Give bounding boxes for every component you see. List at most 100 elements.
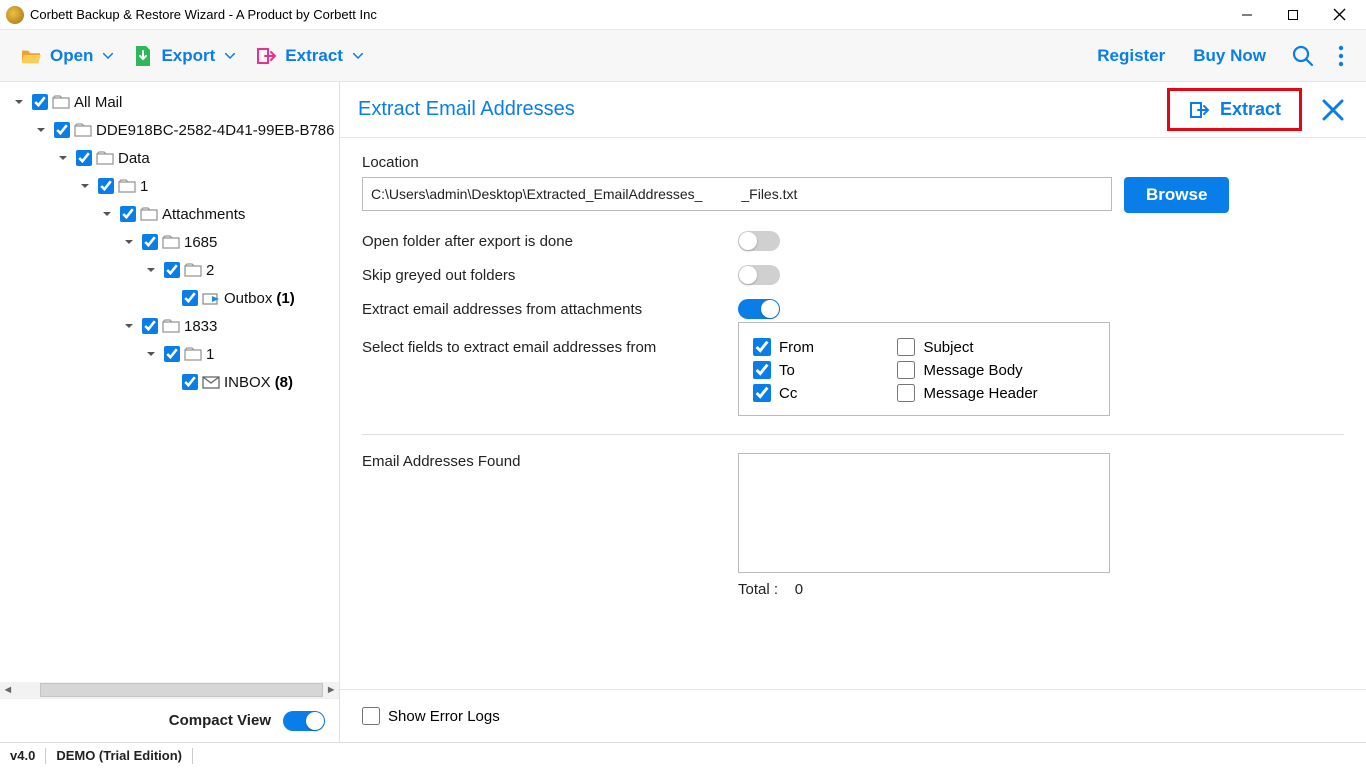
panel-close-button[interactable] xyxy=(1314,95,1352,125)
skip-greyed-toggle[interactable] xyxy=(738,265,780,285)
folder-open-icon xyxy=(20,47,42,65)
checkbox-subject[interactable]: Subject xyxy=(897,338,1087,356)
extract-panel: Extract Email Addresses Extract Location… xyxy=(340,82,1366,742)
tree-item-1[interactable]: 1 xyxy=(4,172,339,200)
total-row: Total : 0 xyxy=(738,581,1344,598)
window-maximize-button[interactable] xyxy=(1270,0,1316,30)
tree-label: INBOX xyxy=(224,374,271,391)
window-close-button[interactable] xyxy=(1316,0,1362,30)
chevron-down-icon[interactable] xyxy=(124,321,138,331)
tree-item-1b[interactable]: 1 xyxy=(4,340,339,368)
open-button[interactable]: Open xyxy=(10,40,123,72)
tree-item-2[interactable]: 2 xyxy=(4,256,339,284)
total-label: Total : xyxy=(738,581,778,598)
folder-icon xyxy=(74,123,92,137)
tree-checkbox[interactable] xyxy=(98,178,114,194)
chevron-down-icon[interactable] xyxy=(146,349,160,359)
tree-checkbox[interactable] xyxy=(182,290,198,306)
tree-item-1833[interactable]: 1833 xyxy=(4,312,339,340)
tree-label: 1 xyxy=(140,178,148,195)
open-after-label: Open folder after export is done xyxy=(362,233,738,250)
folder-icon xyxy=(140,207,158,221)
tree-label: 2 xyxy=(206,262,214,279)
file-export-icon xyxy=(133,45,153,67)
skip-greyed-label: Skip greyed out folders xyxy=(362,267,738,284)
app-icon xyxy=(6,6,24,24)
scroll-left-icon[interactable]: ◄ xyxy=(0,684,16,696)
chevron-down-icon[interactable] xyxy=(146,265,160,275)
buy-now-link[interactable]: Buy Now xyxy=(1179,40,1280,72)
tree-item-inbox[interactable]: INBOX (8) xyxy=(4,368,339,396)
checkbox-from[interactable]: From xyxy=(753,338,893,356)
tree-label: All Mail xyxy=(74,94,122,111)
folder-icon xyxy=(162,235,180,249)
annotation-highlight: Extract xyxy=(1167,88,1302,131)
panel-footer: Show Error Logs xyxy=(340,689,1366,742)
folder-tree[interactable]: All Mail DDE918BC-2582-4D41-99EB-B786 Da… xyxy=(0,82,339,682)
tree-item-1685[interactable]: 1685 xyxy=(4,228,339,256)
tree-item-attachments[interactable]: Attachments xyxy=(4,200,339,228)
folder-icon xyxy=(184,347,202,361)
register-link[interactable]: Register xyxy=(1083,40,1179,72)
more-menu-button[interactable] xyxy=(1326,39,1356,73)
tree-checkbox[interactable] xyxy=(182,374,198,390)
checkbox-cc[interactable]: Cc xyxy=(753,384,893,402)
found-listbox[interactable] xyxy=(738,453,1110,573)
tree-item-outbox[interactable]: Outbox (1) xyxy=(4,284,339,312)
tree-item-guid[interactable]: DDE918BC-2582-4D41-99EB-B786 xyxy=(4,116,339,144)
inbox-icon xyxy=(202,375,220,389)
tree-item-all-mail[interactable]: All Mail xyxy=(4,88,339,116)
chevron-down-icon[interactable] xyxy=(124,237,138,247)
tree-label: Data xyxy=(118,150,150,167)
export-label: Export xyxy=(161,46,215,66)
scrollbar-thumb[interactable] xyxy=(40,683,324,697)
chevron-down-icon[interactable] xyxy=(102,209,116,219)
panel-extract-button[interactable]: Extract xyxy=(1174,93,1295,126)
extract-attachments-toggle[interactable] xyxy=(738,299,780,319)
folder-icon xyxy=(162,319,180,333)
extract-label: Extract xyxy=(285,46,343,66)
compact-view-toggle[interactable] xyxy=(283,711,325,731)
folder-icon xyxy=(96,151,114,165)
tree-checkbox[interactable] xyxy=(54,122,70,138)
chevron-down-icon[interactable] xyxy=(58,153,72,163)
show-error-logs-checkbox[interactable]: Show Error Logs xyxy=(362,707,1344,725)
tree-item-data[interactable]: Data xyxy=(4,144,339,172)
tree-label: 1685 xyxy=(184,234,217,251)
tree-checkbox[interactable] xyxy=(120,206,136,222)
tree-checkbox[interactable] xyxy=(142,318,158,334)
checkbox-message-header[interactable]: Message Header xyxy=(897,384,1087,402)
checkbox-to[interactable]: To xyxy=(753,361,893,379)
status-bar: v4.0 DEMO (Trial Edition) xyxy=(0,742,1366,768)
tree-count: (1) xyxy=(276,290,294,307)
window-title: Corbett Backup & Restore Wizard - A Prod… xyxy=(30,7,1224,22)
chevron-down-icon xyxy=(353,53,363,59)
select-fields-label: Select fields to extract email addresses… xyxy=(362,333,738,356)
tree-checkbox[interactable] xyxy=(142,234,158,250)
more-vertical-icon xyxy=(1338,45,1344,67)
location-input[interactable] xyxy=(362,177,1112,211)
tree-checkbox[interactable] xyxy=(164,262,180,278)
tree-checkbox[interactable] xyxy=(164,346,180,362)
checkbox-message-body[interactable]: Message Body xyxy=(897,361,1087,379)
found-label: Email Addresses Found xyxy=(362,453,738,470)
version-label: v4.0 xyxy=(10,748,35,763)
open-after-toggle[interactable] xyxy=(738,231,780,251)
window-minimize-button[interactable] xyxy=(1224,0,1270,30)
chevron-down-icon[interactable] xyxy=(36,125,50,135)
horizontal-scrollbar[interactable]: ◄ ► xyxy=(0,682,339,698)
search-button[interactable] xyxy=(1280,39,1326,73)
chevron-down-icon xyxy=(103,53,113,59)
browse-button[interactable]: Browse xyxy=(1124,177,1229,213)
compact-view-label: Compact View xyxy=(169,712,271,729)
scroll-right-icon[interactable]: ► xyxy=(323,684,339,696)
tree-checkbox[interactable] xyxy=(76,150,92,166)
tree-checkbox[interactable] xyxy=(32,94,48,110)
divider xyxy=(45,748,46,764)
total-value: 0 xyxy=(795,581,803,598)
extract-icon xyxy=(255,46,277,66)
chevron-down-icon[interactable] xyxy=(80,181,94,191)
chevron-down-icon[interactable] xyxy=(14,97,28,107)
extract-button[interactable]: Extract xyxy=(245,40,373,72)
export-button[interactable]: Export xyxy=(123,39,245,73)
